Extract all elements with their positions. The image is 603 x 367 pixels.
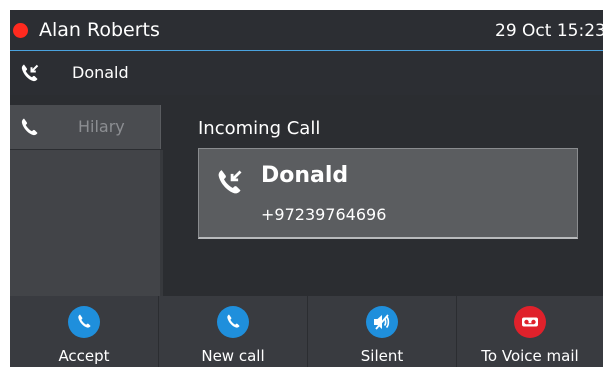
call-row-hilary[interactable]: Hilary xyxy=(10,105,161,149)
status-dot xyxy=(13,23,28,38)
softkey-label: To Voice mail xyxy=(481,347,579,365)
caller-name: Donald xyxy=(261,163,349,188)
phone-icon xyxy=(20,117,40,137)
softkey-label: New call xyxy=(201,347,265,365)
accept-button[interactable]: Accept xyxy=(10,296,159,367)
call-name: Donald xyxy=(72,63,129,82)
call-row-donald[interactable]: Donald xyxy=(10,51,603,95)
phone-icon xyxy=(217,306,249,338)
new-call-button[interactable]: New call xyxy=(159,296,308,367)
date-time: 29 Oct 15:23 xyxy=(495,21,603,41)
caller-number: +97239764696 xyxy=(261,205,387,224)
call-name: Hilary xyxy=(78,117,125,136)
softkey-bar: Accept New call Silent To Voice mail xyxy=(10,296,603,367)
incoming-call-icon xyxy=(216,168,244,196)
speaker-muted-icon xyxy=(366,306,398,338)
incoming-call-icon xyxy=(20,63,40,83)
voicemail-icon xyxy=(514,306,546,338)
call-list-panel xyxy=(10,150,163,298)
softkey-label: Silent xyxy=(360,347,404,365)
softkey-label: Accept xyxy=(58,347,110,365)
to-voice-mail-button[interactable]: To Voice mail xyxy=(457,296,603,367)
phone-screen: Alan Roberts 29 Oct 15:23 Donald Hilary … xyxy=(10,10,603,367)
phone-icon xyxy=(68,306,100,338)
user-name: Alan Roberts xyxy=(39,19,160,41)
incoming-call-title: Incoming Call xyxy=(198,118,321,139)
header-bar: Alan Roberts 29 Oct 15:23 xyxy=(10,10,603,51)
silent-button[interactable]: Silent xyxy=(308,296,457,367)
caller-card[interactable]: Donald +97239764696 xyxy=(198,148,578,239)
